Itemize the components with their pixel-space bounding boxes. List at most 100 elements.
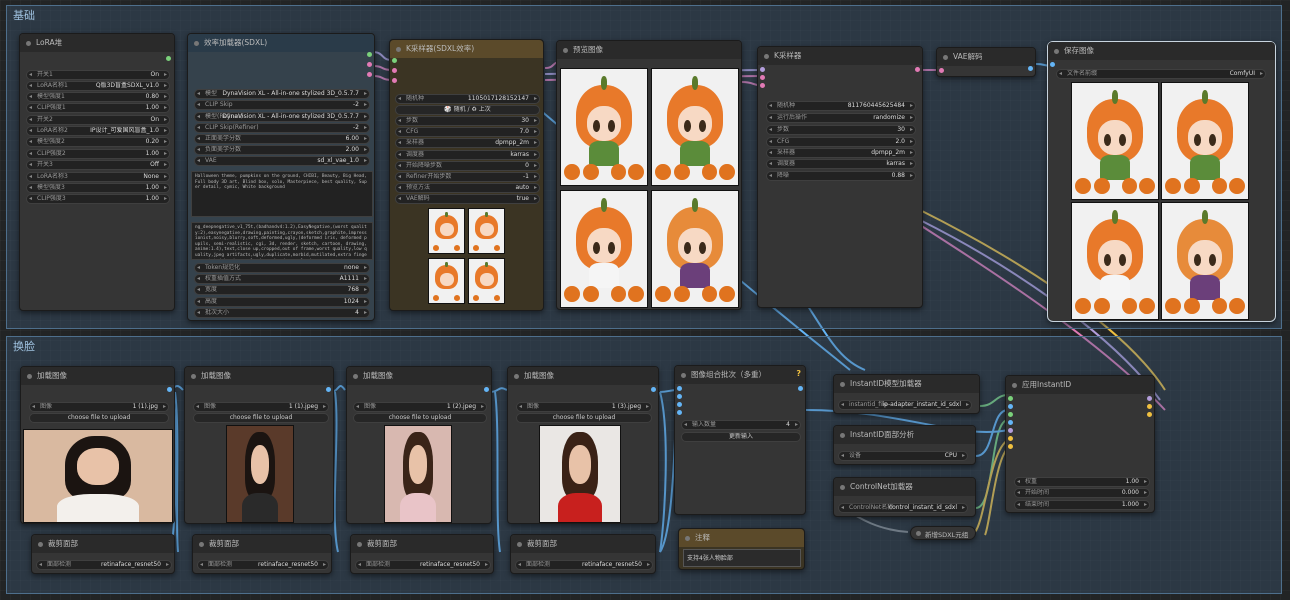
input-slot[interactable] — [677, 402, 682, 407]
note-text[interactable]: 支持4张人物脸部 — [683, 549, 801, 567]
upload-button[interactable]: choose file to upload — [29, 413, 169, 423]
widget-image[interactable]: 图像1 (1).jpg — [29, 402, 169, 412]
widget-cfg[interactable]: CFG7.0 — [395, 127, 540, 137]
preview-image-2[interactable] — [651, 68, 739, 186]
widget-token-normalization[interactable]: Token规范化none — [194, 263, 370, 273]
widget-seed[interactable]: 随机种1105017128152147 — [395, 94, 540, 104]
positive-prompt[interactable]: Halloween theme, pumpkins on the ground,… — [191, 171, 373, 217]
input-slot[interactable] — [1008, 396, 1013, 401]
node-sdxl-tuple[interactable]: 新增SDXL元组 — [910, 526, 976, 540]
widget-sampler[interactable]: 采样器dpmpp_2m — [766, 148, 916, 158]
widget-scheduler[interactable]: 调度器karras — [395, 150, 540, 160]
widget-face-detection[interactable]: 面部检测retinaface_resnet50 — [515, 560, 653, 570]
node-crop-face-3[interactable]: 裁剪面部 面部检测retinaface_resnet50 — [350, 534, 494, 574]
widget-width[interactable]: 宽度768 — [194, 285, 370, 295]
node-note[interactable]: 注释 支持4张人物脸部 — [678, 528, 805, 570]
input-slot[interactable] — [1008, 404, 1013, 409]
widget-vae[interactable]: VAEsd_xl_vae_1.0 — [194, 156, 370, 166]
widget-seed[interactable]: 随机种811760445625484 — [766, 101, 916, 111]
input-slot[interactable] — [1008, 412, 1013, 417]
upload-button[interactable]: choose file to upload — [353, 413, 487, 423]
node-crop-face-2[interactable]: 裁剪面部 面部检测retinaface_resnet50 — [192, 534, 332, 574]
widget-weight-interpretation[interactable]: 权重插值方式A1111 — [194, 274, 370, 284]
widget-lora-name-2[interactable]: LoRA名称2IP设计_可爱国风盲盒_1.0 — [26, 126, 170, 136]
input-slot[interactable] — [939, 68, 944, 73]
widget-start-at[interactable]: 开始时间0.000 — [1014, 488, 1150, 498]
input-slot[interactable] — [1008, 444, 1013, 449]
widget-batch-size[interactable]: 批次大小4 — [194, 308, 370, 318]
upload-button[interactable]: choose file to upload — [193, 413, 329, 423]
input-slot[interactable] — [760, 75, 765, 80]
widget-model[interactable]: 模型DynaVision XL - All-in-one stylized 3D… — [194, 89, 370, 99]
output-slot[interactable] — [326, 387, 331, 392]
node-lora-stack[interactable]: LoRA堆 开关1On LoRA名称1Q版3D盲盒SDXL_v1.0 模型强度1… — [19, 33, 175, 311]
input-slot[interactable] — [760, 83, 765, 88]
output-slot[interactable] — [1028, 66, 1033, 71]
widget-controlnet-name[interactable]: ControlNet名称control_instant_id_sdxl — [838, 503, 968, 513]
collapse-dot-icon[interactable] — [916, 531, 921, 536]
widget-end-at[interactable]: 结束时间1.000 — [1014, 500, 1150, 510]
widget-device[interactable]: 设备CPU — [838, 451, 968, 461]
widget-denoise[interactable]: 降噪0.88 — [766, 171, 916, 181]
widget-switch-2[interactable]: 开关2On — [26, 115, 170, 125]
widget-instantid-file[interactable]: instantid_fileip-adapter_instant_id_sdxl — [838, 400, 972, 410]
upload-button[interactable]: choose file to upload — [516, 413, 652, 423]
widget-negative-ascore[interactable]: 负面美学分数2.00 — [194, 145, 370, 155]
update-inputs-button[interactable]: 更新输入 — [681, 432, 801, 442]
node-crop-face-1[interactable]: 裁剪面部 面部检测retinaface_resnet50 — [31, 534, 175, 574]
widget-image[interactable]: 图像1 (2).jpeg — [353, 402, 487, 412]
node-image-batch-multiple[interactable]: 图像组合批次（多重） ? 输入数量4 更新输入 — [674, 365, 806, 515]
negative-prompt[interactable]: ng_deepnegative_v1_75t,(badhandv4:1.2),E… — [191, 222, 373, 260]
output-slot[interactable] — [651, 387, 656, 392]
widget-clip-skip[interactable]: CLIP Skip-2 — [194, 100, 370, 110]
widget-clip-strength-1[interactable]: CLIP强度11.00 — [26, 103, 170, 113]
widget-steps[interactable]: 步数30 — [766, 125, 916, 135]
input-slot[interactable] — [1008, 436, 1013, 441]
input-slot[interactable] — [760, 67, 765, 72]
node-load-image-4[interactable]: 加载图像 图像1 (3).jpeg choose file to upload — [507, 366, 659, 524]
input-slot[interactable] — [1050, 62, 1055, 67]
preview-image-3[interactable] — [560, 190, 648, 308]
comfyui-canvas[interactable]: 基础 换脸 LoRA堆 开关1On LoRA名称1Q版3D盲盒SDXL_v1.0… — [0, 0, 1290, 600]
widget-steps[interactable]: 步数30 — [395, 116, 540, 126]
output-slot[interactable] — [915, 67, 920, 72]
output-slot[interactable] — [484, 387, 489, 392]
input-slot[interactable] — [392, 78, 397, 83]
widget-sampler[interactable]: 采样器dpmpp_2m — [395, 138, 540, 148]
output-slot[interactable] — [367, 62, 372, 67]
node-efficient-loader-sdxl[interactable]: 效率加载器(SDXL) 模型DynaVision XL - All-in-one… — [187, 33, 375, 321]
widget-start-step[interactable]: 开始降噪步数0 — [395, 161, 540, 171]
input-slot[interactable] — [677, 410, 682, 415]
output-slot[interactable] — [1147, 412, 1152, 417]
node-crop-face-4[interactable]: 裁剪面部 面部检测retinaface_resnet50 — [510, 534, 656, 574]
widget-control-after-generate[interactable]: 运行后操作randomize — [766, 113, 916, 123]
input-slot[interactable] — [677, 386, 682, 391]
widget-model-strength-2[interactable]: 模型强度20.20 — [26, 137, 170, 147]
input-slot[interactable] — [392, 68, 397, 73]
output-slot[interactable] — [1147, 396, 1152, 401]
widget-image[interactable]: 图像1 (1).jpeg — [193, 402, 329, 412]
widget-positive-ascore[interactable]: 正面美学分数6.00 — [194, 134, 370, 144]
node-vae-decode[interactable]: VAE解码 — [936, 47, 1036, 77]
widget-refiner-model[interactable]: 模型(Refiner)DynaVision XL - All-in-one st… — [194, 112, 370, 122]
widget-filename-prefix[interactable]: 文件名前缀ComfyUI — [1056, 69, 1266, 79]
widget-image[interactable]: 图像1 (3).jpeg — [516, 402, 652, 412]
input-slot[interactable] — [392, 58, 397, 63]
output-slot[interactable] — [1147, 404, 1152, 409]
widget-clip-strength-3[interactable]: CLIP强度31.00 — [26, 194, 170, 204]
node-load-image-3[interactable]: 加载图像 图像1 (2).jpeg choose file to upload — [346, 366, 492, 524]
widget-input-count[interactable]: 输入数量4 — [681, 420, 801, 430]
widget-height[interactable]: 高度1024 — [194, 297, 370, 307]
node-instantid-face-analysis[interactable]: InstantID面部分析 设备CPU — [833, 425, 976, 465]
saved-image-1[interactable] — [1071, 82, 1159, 200]
widget-cfg[interactable]: CFG2.0 — [766, 137, 916, 147]
widget-switch-3[interactable]: 开关3Off — [26, 160, 170, 170]
widget-refiner-clip-skip[interactable]: CLIP Skip(Refiner)-2 — [194, 123, 370, 133]
saved-image-2[interactable] — [1161, 82, 1249, 200]
node-load-image-1[interactable]: 加载图像 图像1 (1).jpg choose file to upload — [20, 366, 175, 524]
node-apply-instantid[interactable]: 应用InstantID 权重1.00 开始时间0.000 结束时间1.000 — [1005, 375, 1155, 513]
widget-model-strength-3[interactable]: 模型强度31.00 — [26, 183, 170, 193]
preview-image-1[interactable] — [560, 68, 648, 186]
saved-image-3[interactable] — [1071, 202, 1159, 320]
widget-vae-decode[interactable]: VAE解码true — [395, 194, 540, 204]
